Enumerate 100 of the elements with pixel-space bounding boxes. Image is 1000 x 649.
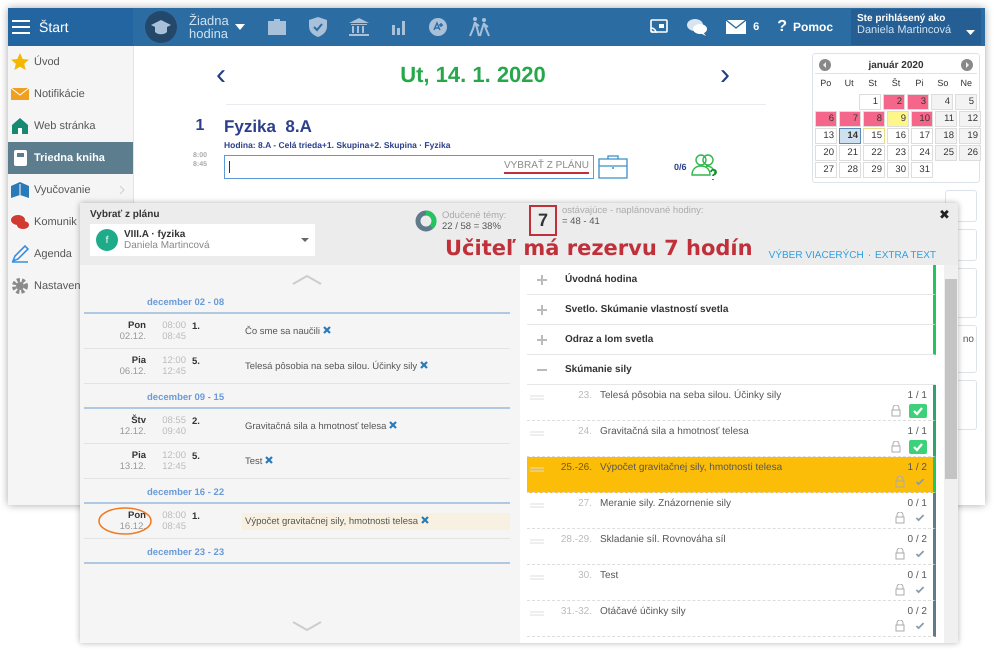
calendar-day[interactable]: 27 bbox=[815, 162, 837, 178]
topic-row[interactable]: 27. Meranie sily. Znázornenie sily 0 / 1 bbox=[527, 493, 936, 529]
plan-select[interactable]: f VIII.A · fyzika Daniela Martincová bbox=[90, 224, 315, 256]
topic-row[interactable]: 25.-26. Výpočet gravitačnej sily, hmotnosti telesa 1 / 2 bbox=[527, 457, 936, 493]
topic-row[interactable]: 28.-29. Skladanie síl. Rovnováha síl 0 / 2 bbox=[527, 529, 936, 565]
calendar-day[interactable]: 29 bbox=[863, 162, 885, 178]
topic-section[interactable]: Skúmanie sily bbox=[527, 355, 936, 385]
calendar-day[interactable]: 13 bbox=[815, 128, 837, 144]
calendar-day[interactable]: 23 bbox=[887, 145, 909, 161]
help-button[interactable]: ? Pomoc bbox=[777, 18, 833, 36]
sidebar-item[interactable]: Notifikácie bbox=[8, 78, 133, 110]
topic-row[interactable]: 23. Telesá pôsobia na seba silou. Účinky sily 1 / 1 bbox=[527, 385, 936, 421]
calendar-day[interactable]: 24 bbox=[911, 145, 933, 161]
check-icon[interactable] bbox=[909, 440, 927, 454]
drag-handle-icon[interactable] bbox=[530, 611, 544, 616]
drag-handle-icon[interactable] bbox=[530, 539, 544, 544]
check-icon[interactable] bbox=[913, 585, 927, 595]
calendar-day[interactable]: 1 bbox=[859, 94, 881, 110]
calendar-day[interactable]: 2 bbox=[883, 94, 905, 110]
check-icon[interactable] bbox=[913, 549, 927, 559]
topic-row[interactable]: 31.-32. Otáčavé účinky sily 0 / 2 bbox=[527, 601, 936, 637]
next-month-button[interactable] bbox=[960, 59, 973, 71]
calendar-day[interactable]: 4 bbox=[931, 94, 953, 110]
check-icon[interactable] bbox=[913, 513, 927, 523]
calendar-day[interactable]: 5 bbox=[955, 94, 977, 110]
choose-from-plan-link[interactable]: VYBRAŤ Z PLÁNU bbox=[504, 160, 589, 174]
next-day-button[interactable]: › bbox=[720, 60, 730, 90]
drag-handle-icon[interactable] bbox=[530, 467, 544, 472]
calendar-day[interactable]: 31 bbox=[911, 162, 933, 178]
previous-month-button[interactable] bbox=[819, 59, 831, 71]
drag-handle-icon[interactable] bbox=[530, 431, 544, 436]
briefcase-icon[interactable] bbox=[266, 18, 287, 36]
chat-icon[interactable] bbox=[686, 18, 708, 36]
calendar-day[interactable]: 30 bbox=[887, 162, 909, 178]
calendar-day[interactable]: 10 bbox=[911, 111, 933, 127]
calendar-day[interactable]: 18 bbox=[935, 128, 957, 144]
calendar-day[interactable]: 20 bbox=[815, 145, 837, 161]
previous-day-button[interactable]: ‹ bbox=[216, 60, 226, 90]
calendar-day[interactable]: 25 bbox=[935, 145, 957, 161]
drag-handle-icon[interactable] bbox=[530, 395, 544, 400]
sidebar-item[interactable]: Úvod bbox=[8, 46, 133, 78]
walking-people-icon[interactable] bbox=[468, 17, 491, 37]
briefcase-icon[interactable] bbox=[598, 155, 628, 179]
sidebar-item[interactable]: Vyučovanie bbox=[8, 174, 133, 206]
lock-icon[interactable] bbox=[895, 512, 905, 524]
topic-section[interactable]: Svetlo. Skúmanie vlastností svetla bbox=[527, 295, 936, 325]
people-question-icon[interactable] bbox=[690, 153, 719, 181]
check-icon[interactable] bbox=[913, 621, 927, 631]
calendar-day[interactable]: 12 bbox=[959, 111, 981, 127]
calendar-day[interactable]: 11 bbox=[935, 111, 957, 127]
topic-row[interactable]: 30. Test 0 / 1 bbox=[527, 565, 936, 601]
lock-icon[interactable] bbox=[891, 405, 901, 417]
check-icon[interactable] bbox=[913, 477, 927, 487]
graduation-cap-icon[interactable] bbox=[145, 11, 177, 43]
calendar-day[interactable]: 28 bbox=[839, 162, 861, 178]
scroll-down-icon[interactable] bbox=[292, 621, 322, 631]
calendar-day[interactable]: 9 bbox=[887, 111, 909, 127]
calendar-day[interactable]: 7 bbox=[839, 111, 861, 127]
lock-icon[interactable] bbox=[891, 441, 901, 453]
remove-icon[interactable] bbox=[420, 516, 429, 524]
scroll-up-icon[interactable] bbox=[292, 275, 322, 285]
book-icon bbox=[11, 149, 29, 167]
lock-icon[interactable] bbox=[895, 548, 905, 560]
badge-icon[interactable] bbox=[428, 18, 447, 36]
remove-icon[interactable] bbox=[420, 360, 428, 368]
calendar-day[interactable]: 14 bbox=[839, 128, 861, 144]
remove-icon[interactable] bbox=[322, 326, 331, 334]
calendar-day[interactable]: 22 bbox=[863, 145, 885, 161]
start-menu-button[interactable]: Štart bbox=[8, 8, 133, 46]
calendar-day[interactable]: 6 bbox=[815, 111, 837, 127]
calendar-day[interactable]: 15 bbox=[863, 128, 885, 144]
lock-icon[interactable] bbox=[895, 584, 905, 596]
cast-icon[interactable] bbox=[650, 19, 668, 35]
remove-icon[interactable] bbox=[389, 420, 398, 428]
lesson-select[interactable]: Žiadna hodina bbox=[189, 14, 245, 40]
topic-section[interactable]: Odraz a lom svetla bbox=[527, 325, 936, 355]
calendar-day[interactable]: 17 bbox=[911, 128, 933, 144]
calendar-day[interactable]: 16 bbox=[887, 128, 909, 144]
sidebar-item[interactable]: Web stránka bbox=[8, 110, 133, 142]
sidebar-item[interactable]: Triedna kniha bbox=[8, 142, 133, 174]
topic-section[interactable]: Úvodná hodina bbox=[527, 265, 936, 295]
check-icon[interactable] bbox=[909, 404, 927, 418]
calendar-day[interactable]: 21 bbox=[839, 145, 861, 161]
lesson-time: 08:55 09:40 bbox=[161, 415, 186, 437]
drag-handle-icon[interactable] bbox=[530, 575, 544, 580]
remove-icon[interactable] bbox=[265, 456, 274, 464]
close-button[interactable]: ✖ bbox=[939, 207, 950, 222]
calendar-day[interactable]: 3 bbox=[907, 94, 929, 110]
bank-icon[interactable] bbox=[348, 18, 369, 36]
calendar-day[interactable]: 19 bbox=[959, 128, 981, 144]
lock-icon[interactable] bbox=[895, 620, 905, 632]
mail-icon[interactable] bbox=[726, 20, 746, 34]
shield-icon[interactable] bbox=[308, 17, 327, 37]
topic-input-field[interactable]: VYBRAŤ Z PLÁNU bbox=[224, 155, 594, 179]
scrollbar[interactable] bbox=[944, 265, 958, 643]
drag-handle-icon[interactable] bbox=[530, 503, 544, 508]
bar-chart-icon[interactable] bbox=[390, 19, 407, 35]
calendar-day[interactable]: 8 bbox=[863, 111, 885, 127]
user-menu[interactable]: Ste prihlásený ako Daniela Martincová bbox=[851, 9, 981, 45]
calendar-day[interactable]: 26 bbox=[959, 145, 981, 161]
